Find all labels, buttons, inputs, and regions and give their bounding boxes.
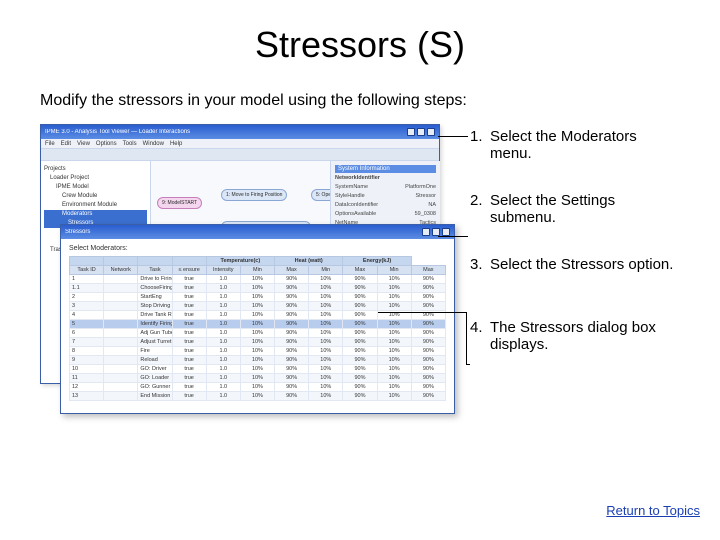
content-area: IPME 3.0 - Analysis Tool Viewer — Loader…	[40, 124, 680, 454]
table-row[interactable]: 12GO: Gunnertrue1.010%90%10%90%10%90%	[70, 383, 446, 392]
callout-line	[438, 236, 468, 237]
flow-node[interactable]: 1: Move to Firing Position	[221, 189, 287, 201]
table-row[interactable]: 7Adjust Turret Azimuthtrue1.010%90%10%90…	[70, 338, 446, 347]
app-titlebar: IPME 3.0 - Analysis Tool Viewer — Loader…	[41, 125, 439, 139]
tree-node[interactable]: Projects	[44, 165, 147, 174]
flow-node[interactable]: 9: ModelSTART	[157, 197, 202, 209]
tree-node[interactable]: Environment Module	[44, 201, 147, 210]
callout-line	[438, 136, 468, 137]
screenshot-cluster: IPME 3.0 - Analysis Tool Viewer — Loader…	[40, 124, 460, 444]
app-title: IPME 3.0 - Analysis Tool Viewer — Loader…	[45, 129, 407, 135]
callout-line	[466, 312, 467, 364]
table-row[interactable]: 10GO: Drivertrue1.010%90%10%90%10%90%	[70, 365, 446, 374]
intro-text: Modify the stressors in your model using…	[40, 92, 680, 110]
dialog-titlebar: Stressors	[61, 225, 454, 239]
panel-header: System Information	[335, 165, 436, 173]
step-4: 4.The Stressors dialog box displays.	[470, 319, 680, 353]
tree-node[interactable]: Crew Module	[44, 192, 147, 201]
app-toolbar	[41, 149, 439, 161]
step-1: 1.Select the Moderators menu.	[470, 128, 680, 162]
stressors-table: Temperature(c)Heat (watt)Energy(kJ)Task …	[69, 256, 446, 401]
stressors-dialog: Stressors Select Moderators: Temperature…	[60, 224, 455, 414]
table-row[interactable]: 9Reloadtrue1.010%90%10%90%10%90%	[70, 356, 446, 365]
table-row[interactable]: 6Adj Gun Tubetrue1.010%90%10%90%10%90%	[70, 329, 446, 338]
steps-list: 1.Select the Moderators menu. 2.Select t…	[470, 128, 680, 383]
page-title: Stressors (S)	[40, 24, 680, 66]
menu-item[interactable]: Edit	[61, 141, 71, 147]
menu-item[interactable]: File	[45, 141, 55, 147]
table-row[interactable]: 8Firetrue1.010%90%10%90%10%90%	[70, 347, 446, 356]
menu-item[interactable]: View	[77, 141, 90, 147]
tree-node[interactable]: Moderators	[44, 210, 147, 219]
tree-node[interactable]: Loader Project	[44, 174, 147, 183]
close-icon[interactable]	[442, 228, 450, 236]
callout-line	[378, 312, 466, 313]
return-to-topics-link[interactable]: Return to Topics	[606, 503, 700, 518]
menu-item[interactable]: Tools	[123, 141, 137, 147]
step-2: 2.Select the Settings submenu.	[470, 192, 680, 226]
menu-item[interactable]: Help	[170, 141, 182, 147]
table-row[interactable]: 13End Missiontrue1.010%90%10%90%10%90%	[70, 392, 446, 401]
menu-item[interactable]: Window	[143, 141, 164, 147]
table-row[interactable]: 11GO: Loadertrue1.010%90%10%90%10%90%	[70, 374, 446, 383]
table-row[interactable]: 2StartEngtrue1.010%90%10%90%10%90%	[70, 293, 446, 302]
tree-node[interactable]: IPME Model	[44, 183, 147, 192]
callout-line	[466, 364, 470, 365]
app-menubar: File Edit View Options Tools Window Help	[41, 139, 439, 149]
maximize-icon[interactable]	[432, 228, 440, 236]
table-row[interactable]: 1Drive to Firing Positiontrue1.010%90%10…	[70, 275, 446, 284]
close-icon[interactable]	[427, 128, 435, 136]
minimize-icon[interactable]	[407, 128, 415, 136]
dialog-label: Select Moderators:	[69, 245, 446, 252]
table-row[interactable]: 5Identify Firing Pos Type: Hull/Turrettr…	[70, 320, 446, 329]
step-3: 3.Select the Stressors option.	[470, 256, 680, 273]
table-row[interactable]: 3Stop Drivingtrue1.010%90%10%90%10%90%	[70, 302, 446, 311]
maximize-icon[interactable]	[417, 128, 425, 136]
table-row[interactable]: 1.1ChooseFiring Locatrue1.010%90%10%90%1…	[70, 284, 446, 293]
minimize-icon[interactable]	[422, 228, 430, 236]
dialog-title: Stressors	[65, 229, 422, 235]
menu-item[interactable]: Options	[96, 141, 117, 147]
